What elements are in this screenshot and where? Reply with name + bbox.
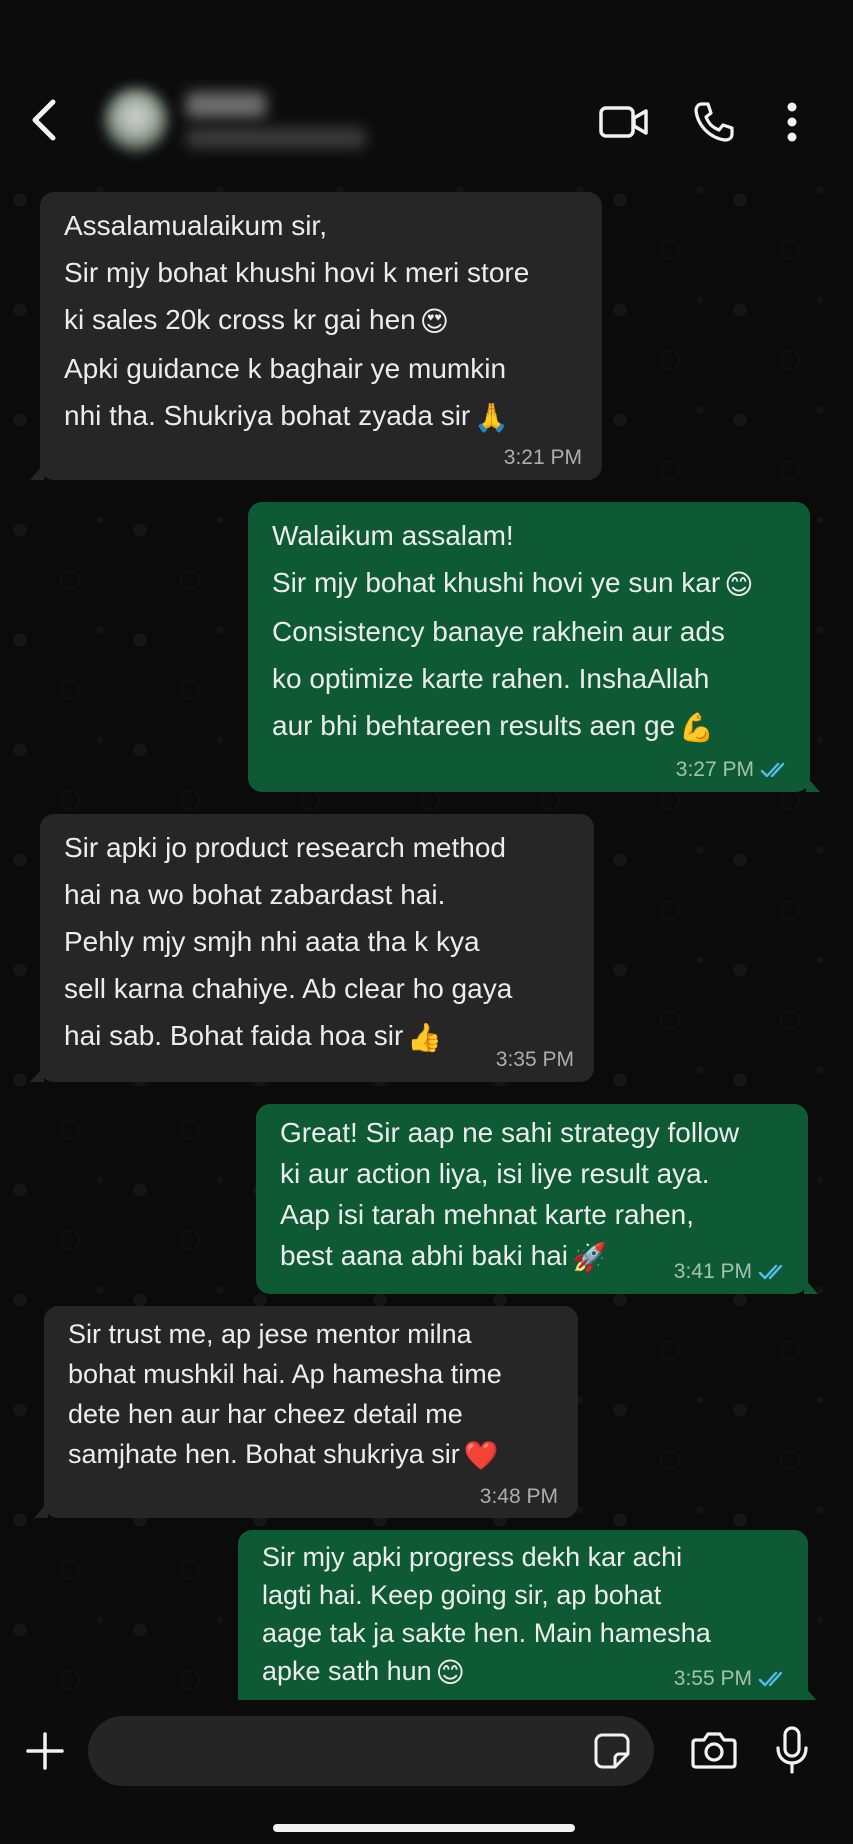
thumbs-up-emoji: 👍 [407, 1022, 443, 1053]
message-meta: 3:21 PM [504, 446, 582, 470]
message-line: dete hen aur har cheez detail me [68, 1399, 463, 1429]
message-line: Sir trust me, ap jese mentor milna [68, 1319, 472, 1349]
contact-name[interactable] [186, 92, 266, 118]
message-line: Sir mjy apki progress dekh kar achi [262, 1542, 683, 1572]
smiling-face-emoji: 😊 [435, 1657, 465, 1688]
message-bubble-incoming[interactable]: Assalamualaikum sir, Sir mjy bohat khush… [30, 192, 602, 480]
folded-hands-emoji: 🙏 [474, 402, 510, 433]
read-receipt-icon [758, 1264, 783, 1280]
message-line: hai na wo bohat zabardast hai. [64, 879, 446, 910]
read-receipt-icon [758, 1671, 783, 1687]
camera-icon [691, 1732, 737, 1769]
home-indicator[interactable] [273, 1824, 575, 1832]
message-line: ki aur action liya, isi liye result aya. [280, 1158, 710, 1189]
red-heart-emoji: ❤️ [463, 1440, 499, 1471]
message-meta: 3:48 PM [480, 1486, 558, 1508]
message-line: Apki guidance k baghair ye mumkin [64, 353, 507, 384]
message-meta: 3:41 PM [674, 1260, 788, 1284]
message-line: Sir mjy bohat khushi hovi k meri store [64, 257, 530, 288]
flexed-biceps-emoji: 💪 [679, 712, 715, 743]
message-line: ki sales 20k cross kr gai hen 😍 [64, 304, 449, 337]
rocket-emoji: 🚀 [572, 1242, 607, 1273]
message-line: Aap isi tarah mehnat karte rahen, [280, 1199, 695, 1230]
message-meta: 3:27 PM [676, 758, 790, 782]
phone-icon [694, 102, 734, 142]
message-list[interactable]: Assalamualaikum sir, Sir mjy bohat khush… [0, 170, 853, 1702]
composer-bar [0, 1700, 853, 1844]
chat-header [0, 0, 853, 170]
smiling-face-emoji: 😊 [724, 569, 754, 600]
contact-status [186, 128, 366, 148]
message-time: 3:21 PM [503, 446, 582, 469]
message-line: Consistency banaye rakhein aur ads [272, 616, 725, 647]
message-meta: 3:35 PM [496, 1048, 574, 1072]
message-line: hai sab. Bohat faida hoa sir 👍 [64, 1020, 443, 1053]
camera-button[interactable] [688, 1724, 740, 1776]
message-line: Sir apki jo product research method [64, 832, 506, 863]
chevron-left-icon [32, 99, 56, 141]
chat-screen: Assalamualaikum sir, Sir mjy bohat khush… [0, 0, 853, 1844]
message-line: Sir mjy bohat khushi hovi ye sun kar 😊 [272, 567, 754, 600]
message-line: samjhate hen. Bohat shukriya sir ❤️ [68, 1439, 499, 1471]
read-receipt-icon [760, 762, 785, 778]
voice-message-button[interactable] [766, 1722, 818, 1778]
video-call-button[interactable] [598, 96, 650, 148]
message-line: nhi tha. Shukriya bohat zyada sir 🙏 [64, 400, 510, 433]
attach-button[interactable] [20, 1726, 70, 1776]
message-line: Pehly mjy smjh nhi aata tha k kya [64, 926, 480, 957]
message-line: Walaikum assalam! [272, 520, 514, 551]
message-line: aur bhi behtareen results aen ge 💪 [272, 710, 715, 743]
message-input-container[interactable] [88, 1716, 654, 1786]
menu-button[interactable] [766, 96, 818, 148]
message-time: 3:41 PM [673, 1260, 752, 1283]
heart-eyes-emoji: 😍 [419, 306, 449, 337]
message-line: aage tak ja sakte hen. Main hamesha [262, 1618, 711, 1648]
message-line: lagti hai. Keep going sir, ap bohat [262, 1580, 662, 1610]
plus-icon [26, 1732, 64, 1770]
sticker-button[interactable] [590, 1729, 634, 1773]
message-line: Assalamualaikum sir, [64, 210, 327, 241]
message-time: 3:55 PM [673, 1667, 752, 1690]
message-time: 3:48 PM [479, 1485, 558, 1508]
video-camera-icon [599, 106, 648, 138]
more-vertical-icon [787, 102, 797, 142]
contact-avatar[interactable] [104, 88, 168, 152]
message-bubble-outgoing[interactable]: Great! Sir aap ne sahi strategy follow k… [256, 1104, 818, 1294]
message-input[interactable] [112, 1726, 576, 1778]
message-bubble-outgoing[interactable]: Sir mjy apki progress dekh kar achi lagt… [238, 1530, 818, 1702]
message-line: ko optimize karte rahen. InshaAllah [272, 663, 710, 694]
microphone-icon [776, 1726, 808, 1774]
message-meta: 3:55 PM [674, 1668, 788, 1690]
message-bubble-incoming[interactable]: Sir trust me, ap jese mentor milna bohat… [34, 1306, 578, 1518]
sticker-icon [594, 1733, 630, 1769]
message-time: 3:27 PM [675, 758, 754, 781]
message-bubble-outgoing[interactable]: Walaikum assalam! Sir mjy bohat khushi h… [248, 502, 820, 792]
message-line: sell karna chahiye. Ab clear ho gaya [64, 973, 513, 1004]
back-button[interactable] [22, 92, 66, 148]
message-line: bohat mushkil hai. Ap hamesha time [68, 1359, 502, 1389]
message-line: Great! Sir aap ne sahi strategy follow [280, 1117, 740, 1148]
message-time: 3:35 PM [495, 1048, 574, 1071]
message-bubble-incoming[interactable]: Sir apki jo product research method hai … [30, 814, 594, 1082]
voice-call-button[interactable] [688, 96, 740, 148]
